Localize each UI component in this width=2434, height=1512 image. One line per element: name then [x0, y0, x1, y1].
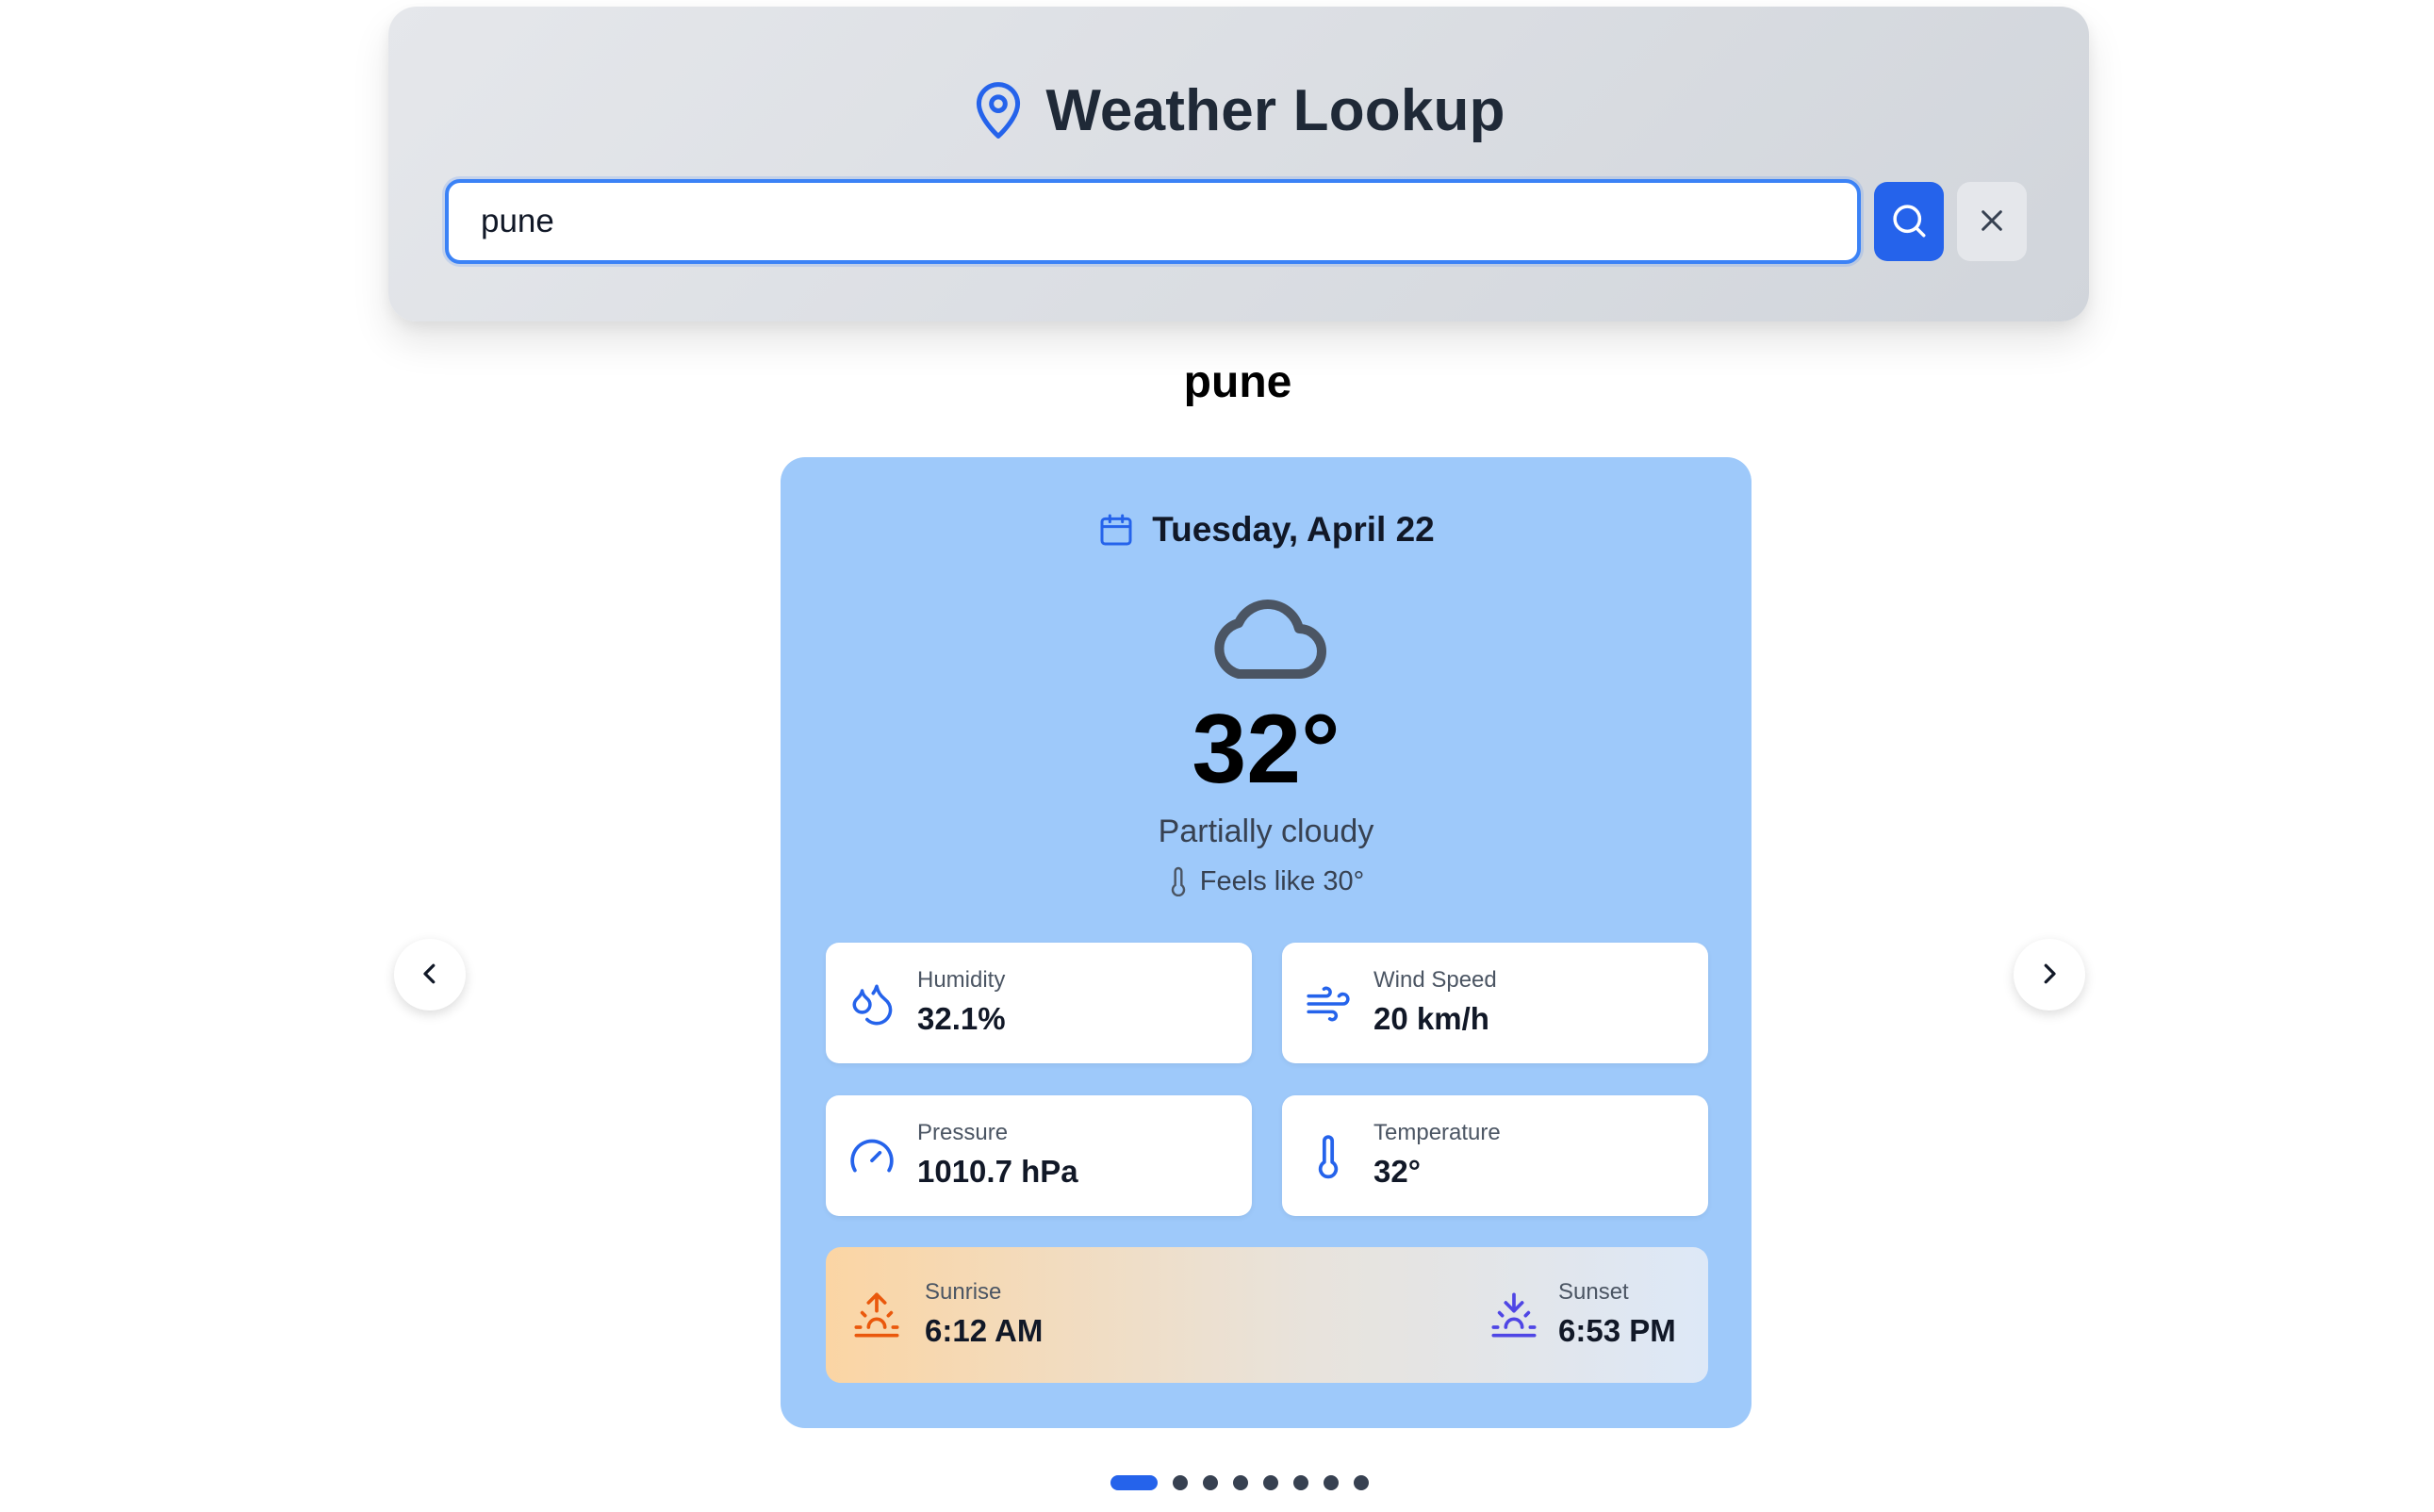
pressure-label: Pressure — [917, 1120, 1009, 1145]
header-panel: Weather Lookup — [388, 7, 2089, 321]
carousel-prev-button[interactable] — [394, 939, 466, 1011]
calendar-icon — [1097, 511, 1135, 549]
carousel-dot[interactable] — [1110, 1475, 1158, 1490]
forecast-date: Tuesday, April 22 — [1152, 510, 1435, 549]
clear-search-button[interactable] — [1957, 182, 2027, 261]
carousel-dot[interactable] — [1203, 1475, 1218, 1490]
carousel-dot[interactable] — [1354, 1475, 1369, 1490]
feels-like-row: Feels like 30° — [781, 861, 1751, 902]
header-title-row: Weather Lookup — [388, 71, 2089, 150]
humidity-label: Humidity — [917, 967, 1006, 993]
sunset-value: 6:53 PM — [1558, 1313, 1676, 1348]
carousel-dot[interactable] — [1173, 1475, 1188, 1490]
carousel-pagination — [1110, 1475, 1369, 1490]
wind-speed-value: 20 km/h — [1373, 1001, 1489, 1036]
temperature-label: Temperature — [1373, 1120, 1501, 1145]
search-icon — [1889, 201, 1929, 243]
sunrise-value: 6:12 AM — [925, 1313, 1044, 1348]
temperature-tile: Temperature 32° — [1282, 1095, 1708, 1216]
map-pin-icon — [972, 80, 1025, 140]
search-button[interactable] — [1874, 182, 1944, 261]
sunrise-label: Sunrise — [925, 1279, 1002, 1305]
thermometer-icon — [1168, 866, 1189, 896]
wind-speed-tile: Wind Speed 20 km/h — [1282, 943, 1708, 1063]
date-row: Tuesday, April 22 — [781, 506, 1751, 553]
weather-card: Tuesday, April 22 32° Partially cloudy F… — [781, 457, 1751, 1428]
carousel-dot[interactable] — [1324, 1475, 1339, 1490]
carousel-dot[interactable] — [1293, 1475, 1308, 1490]
chevron-right-icon — [2035, 960, 2064, 991]
carousel-dot[interactable] — [1263, 1475, 1278, 1490]
chevron-left-icon — [416, 960, 444, 991]
carousel-dot[interactable] — [1233, 1475, 1248, 1490]
pressure-value: 1010.7 hPa — [917, 1154, 1078, 1189]
pressure-tile: Pressure 1010.7 hPa — [826, 1095, 1252, 1216]
sun-times-bar: Sunrise 6:12 AM Sunset 6:53 PM — [826, 1247, 1708, 1383]
search-input[interactable] — [445, 179, 1861, 264]
feels-like-text: Feels like 30° — [1199, 865, 1365, 896]
weather-condition: Partially cloudy — [1158, 814, 1374, 849]
current-temperature: 32° — [1192, 695, 1340, 804]
temperature-value: 32° — [1373, 1154, 1421, 1189]
wind-speed-label: Wind Speed — [1373, 967, 1497, 993]
sunset-label: Sunset — [1558, 1279, 1629, 1305]
app-title: Weather Lookup — [1045, 77, 1505, 143]
carousel-next-button[interactable] — [2014, 939, 2085, 1011]
close-icon — [1977, 205, 2007, 238]
humidity-value: 32.1% — [917, 1001, 1006, 1036]
city-heading: pune — [1183, 357, 1292, 407]
humidity-tile: Humidity 32.1% — [826, 943, 1252, 1063]
